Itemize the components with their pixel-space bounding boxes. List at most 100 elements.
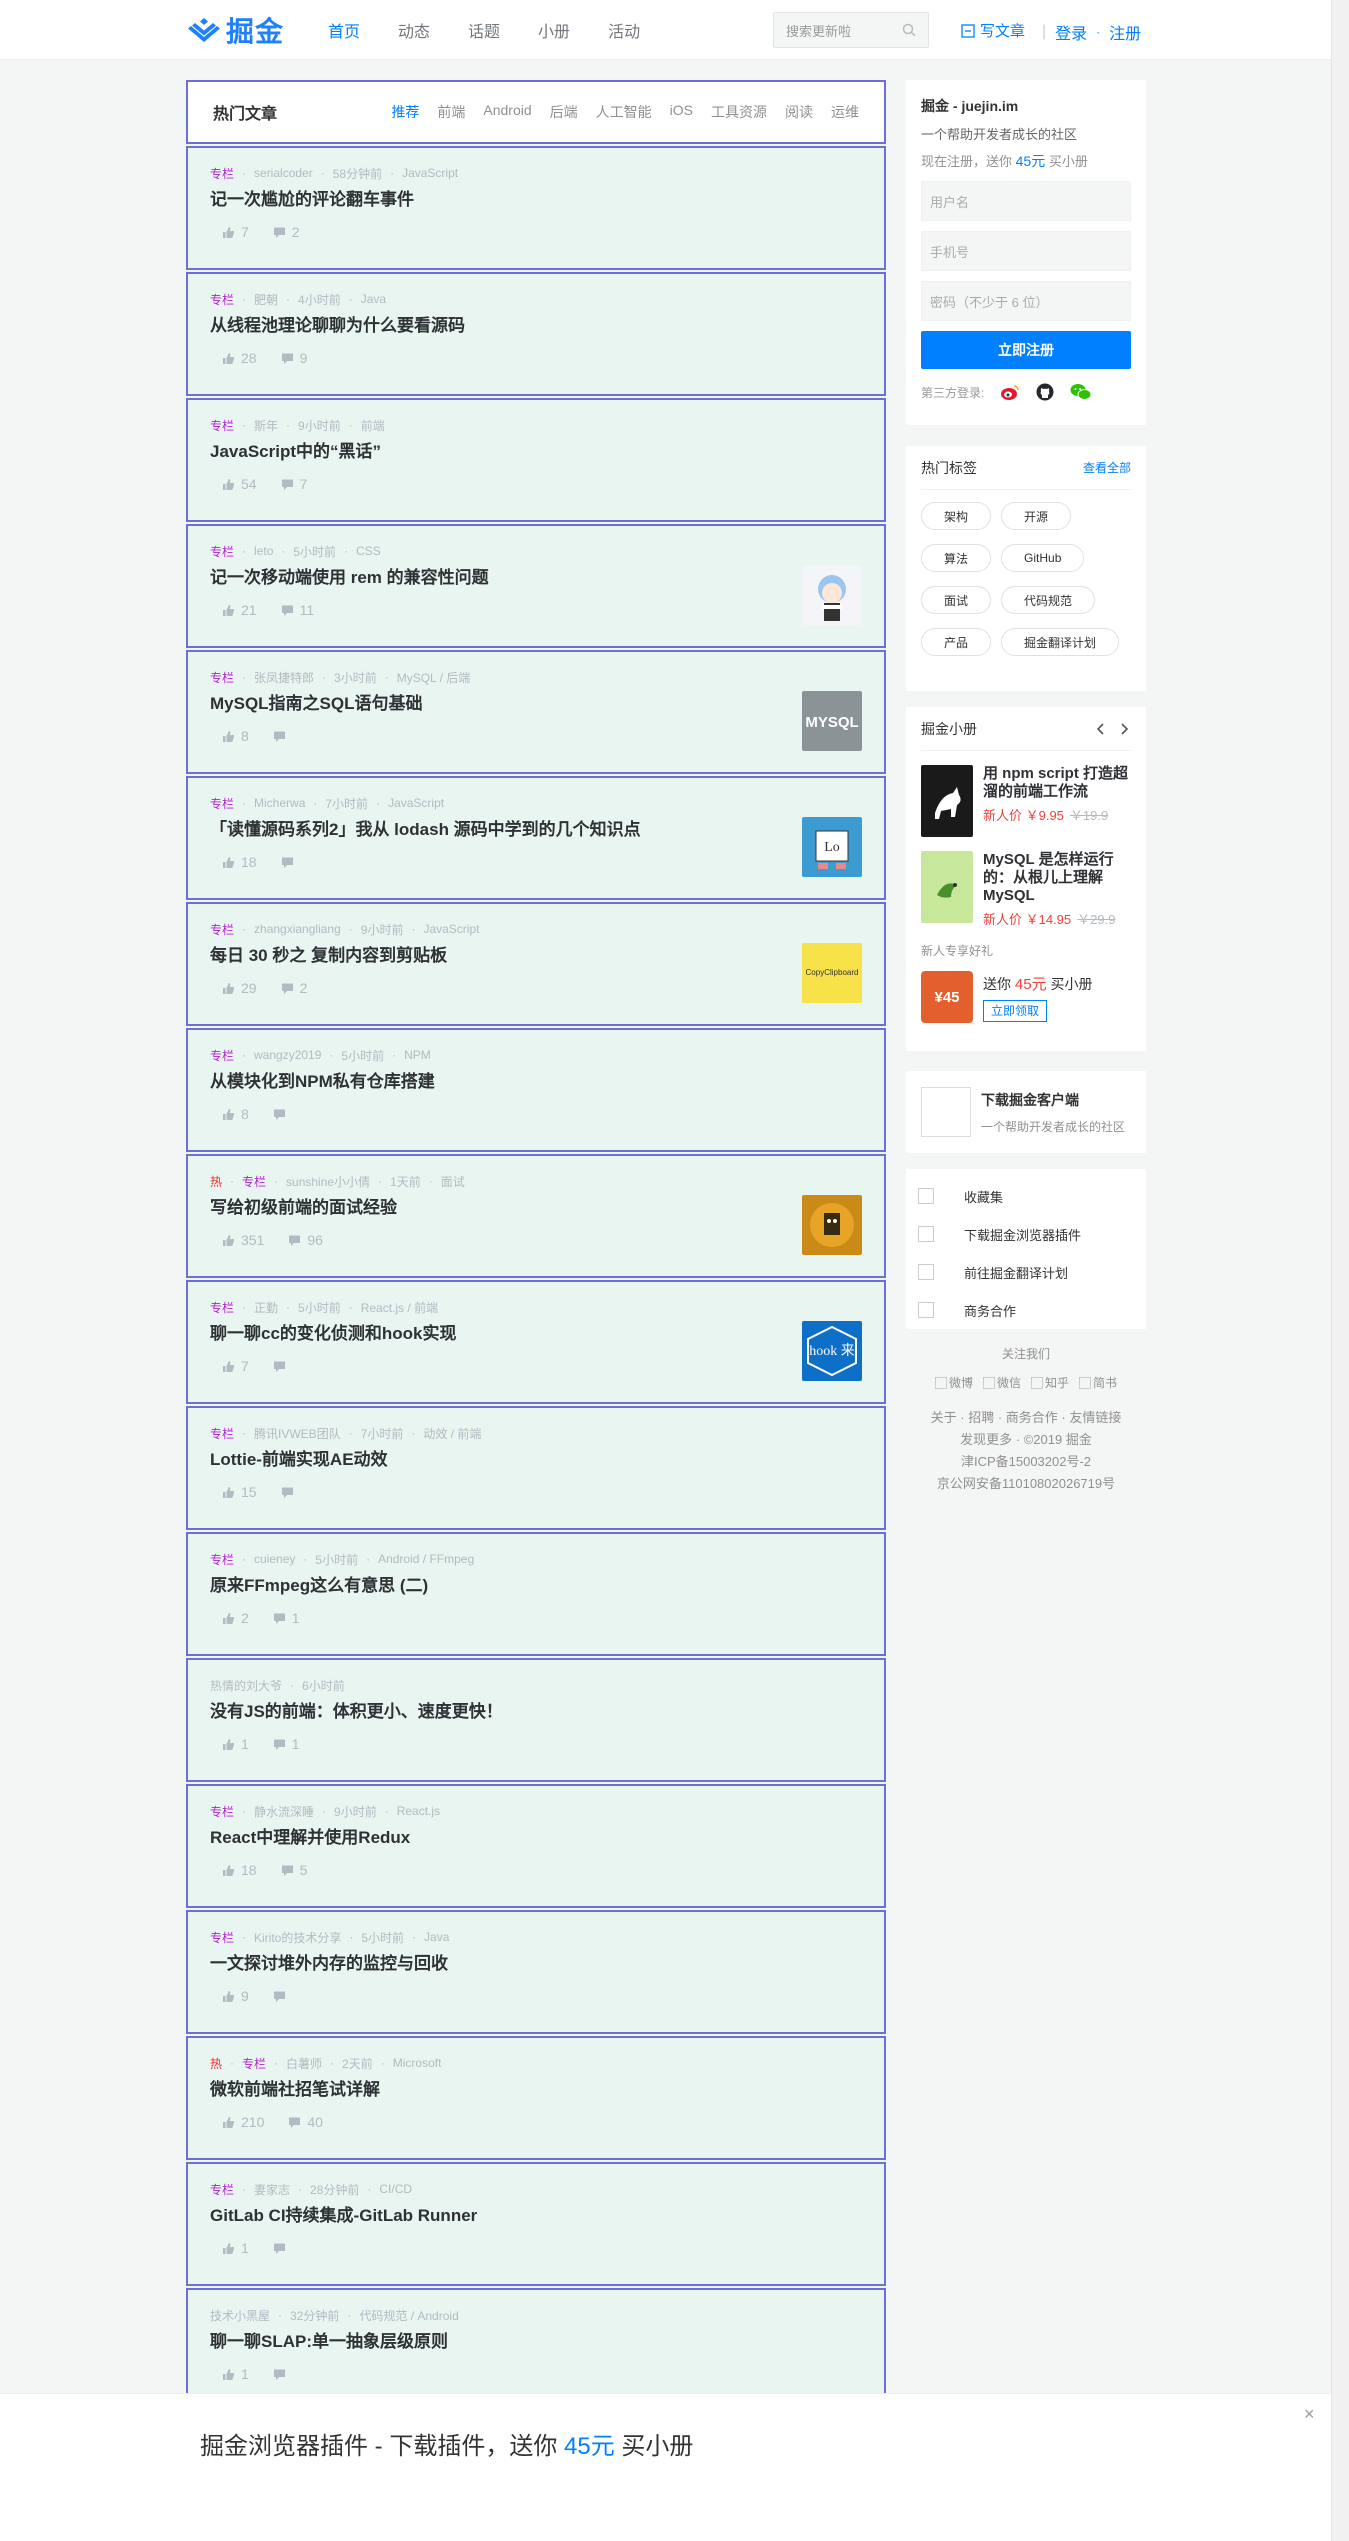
article-title[interactable]: 记一次移动端使用 rem 的兼容性问题 (210, 567, 862, 589)
article-thumbnail[interactable] (802, 565, 862, 625)
article-thumbnail[interactable] (802, 1195, 862, 1255)
tag-item[interactable]: 代码规范 (1001, 586, 1096, 614)
like-button[interactable]: 54 (222, 476, 257, 492)
article-author[interactable]: Kirito的技术分享 (254, 1929, 341, 1946)
book-item[interactable]: MySQL 是怎样运行的：从根儿上理解 MySQL 新人价 ￥14.95 ￥29.… (921, 851, 1131, 928)
claim-button[interactable]: 立即领取 (983, 999, 1047, 1022)
article-title[interactable]: Lottie-前端实现AE动效 (210, 1449, 862, 1471)
comment-button[interactable] (273, 2240, 292, 2256)
comment-button[interactable]: 7 (281, 476, 307, 492)
article-item[interactable]: 热 · 专栏 · 白薯师 · 2天前 · Microsoft 微软前端社招笔试详解 210 40 (186, 2036, 886, 2160)
social-jianshu[interactable]: 简书 (1079, 1374, 1117, 1391)
like-button[interactable]: 1 (222, 2240, 249, 2256)
article-item[interactable]: 专栏 · 肥朝 · 4小时前 · Java 从线程池理论聊聊为什么要看源码 28 9 (186, 272, 886, 396)
article-author[interactable]: 热情的刘大爷 (210, 1677, 282, 1694)
like-button[interactable]: 8 (222, 728, 249, 744)
comment-button[interactable] (273, 1358, 292, 1374)
article-title[interactable]: 每日 30 秒之 复制内容到剪贴板 (210, 945, 862, 967)
article-title[interactable]: 微软前端社招笔试详解 (210, 2079, 862, 2101)
tab-ios[interactable]: iOS (670, 102, 693, 122)
tab-ai[interactable]: 人工智能 (596, 102, 652, 122)
article-thumbnail[interactable]: hook 来 (802, 1321, 862, 1381)
comment-button[interactable] (281, 854, 300, 870)
like-button[interactable]: 210 (222, 2114, 264, 2130)
article-category[interactable]: JavaScript (423, 922, 479, 936)
article-title[interactable]: MySQL指南之SQL语句基础 (210, 693, 862, 715)
juejin-logo[interactable]: 掘金 (186, 12, 284, 48)
login-link[interactable]: 登录 (1055, 20, 1087, 44)
tab-ops[interactable]: 运维 (831, 102, 859, 122)
comment-button[interactable] (273, 1988, 292, 2004)
tab-reading[interactable]: 阅读 (785, 102, 813, 122)
article-item[interactable]: 专栏 · leto · 5小时前 · CSS 记一次移动端使用 rem 的兼容性问题 21 11 (186, 524, 886, 648)
tag-item[interactable]: 面试 (921, 586, 992, 614)
footer-business[interactable]: 商务合作 (1006, 1410, 1058, 1425)
article-title[interactable]: 一文探讨堆外内存的监控与回收 (210, 1953, 862, 1975)
like-button[interactable]: 1 (222, 1736, 249, 1752)
article-item[interactable]: 专栏 · Micherwa · 7小时前 · JavaScript 「读懂源码系列2」我从 l… (186, 776, 886, 900)
tag-item[interactable]: 算法 (921, 544, 992, 572)
article-category[interactable]: NPM (404, 1048, 431, 1062)
article-author[interactable]: Micherwa (254, 796, 305, 810)
article-category[interactable]: Microsoft (393, 2056, 442, 2070)
like-button[interactable]: 1 (222, 2366, 249, 2382)
footer-discover[interactable]: 发现更多 (960, 1432, 1012, 1447)
close-icon[interactable]: × (1304, 2404, 1315, 2425)
comment-button[interactable] (273, 2366, 292, 2382)
article-category[interactable]: React.js / 前端 (361, 1299, 438, 1316)
article-category[interactable]: 前端 (361, 417, 385, 434)
username-field[interactable]: 用户名 (921, 181, 1131, 221)
banner-text[interactable]: 掘金浏览器插件 - 下载插件，送你 45元 买小册 (200, 2426, 693, 2461)
tab-android[interactable]: Android (483, 102, 531, 122)
article-item[interactable]: 专栏 · wangzy2019 · 5小时前 · NPM 从模块化到NPM私有仓库搭建 8 (186, 1028, 886, 1152)
article-title[interactable]: 原来FFmpeg这么有意思 (二) (210, 1575, 862, 1597)
article-category[interactable]: 面试 (441, 1173, 465, 1190)
article-title[interactable]: React中理解并使用Redux (210, 1827, 862, 1849)
article-item[interactable]: 专栏 · 张凤捷特郎 · 3小时前 · MySQL / 后端 MySQL指南之SQL语句基础 8… (186, 650, 886, 774)
footer-icp[interactable]: 津ICP备15003202号-2 (906, 1451, 1146, 1473)
article-category[interactable]: React.js (397, 1804, 440, 1818)
comment-button[interactable] (281, 1484, 300, 1500)
article-item[interactable]: 专栏 · zhangxiangliang · 9小时前 · JavaScript 每日 30 … (186, 902, 886, 1026)
tag-item[interactable]: 产品 (921, 628, 992, 656)
tag-item[interactable]: GitHub (1001, 544, 1085, 572)
like-button[interactable]: 18 (222, 854, 257, 870)
like-button[interactable]: 15 (222, 1484, 257, 1500)
weibo-icon[interactable] (1000, 383, 1020, 401)
article-author[interactable]: 正勤 (254, 1299, 278, 1316)
article-title[interactable]: 聊一聊SLAP:单一抽象层级原则 (210, 2331, 862, 2353)
article-thumbnail[interactable]: MYSQL (802, 691, 862, 751)
tag-item[interactable]: 掘金翻译计划 (1001, 628, 1120, 656)
article-title[interactable]: GitLab CI持续集成-GitLab Runner (210, 2205, 862, 2227)
tag-item[interactable]: 开源 (1001, 502, 1072, 530)
comment-button[interactable]: 2 (281, 980, 307, 996)
like-button[interactable]: 7 (222, 224, 249, 240)
article-title[interactable]: 记一次尴尬的评论翻车事件 (210, 189, 862, 211)
article-author[interactable]: wangzy2019 (254, 1048, 321, 1062)
article-author[interactable]: 肥朝 (254, 291, 278, 308)
download-app-panel[interactable]: 下载掘金客户端 一个帮助开发者成长的社区 (906, 1071, 1146, 1153)
nav-books[interactable]: 小册 (538, 18, 570, 42)
comment-button[interactable] (273, 1106, 292, 1122)
comment-button[interactable] (273, 728, 292, 744)
footer-friend-links[interactable]: 友情链接 (1069, 1410, 1121, 1425)
like-button[interactable]: 21 (222, 602, 257, 618)
article-title[interactable]: 从模块化到NPM私有仓库搭建 (210, 1071, 862, 1093)
nav-home[interactable]: 首页 (328, 18, 360, 42)
comment-button[interactable]: 11 (281, 602, 314, 618)
nav-topics[interactable]: 话题 (468, 18, 500, 42)
like-button[interactable]: 18 (222, 1862, 257, 1878)
article-author[interactable]: 妻家志 (254, 2181, 290, 2198)
article-author[interactable]: 白薯师 (286, 2055, 322, 2072)
article-item[interactable]: 专栏 · serialcoder · 58分钟前 · JavaScript 记一次尴尬的评论翻… (186, 146, 886, 270)
article-author[interactable]: 腾讯IVWEB团队 (254, 1425, 341, 1442)
password-field[interactable]: 密码（不少于 6 位） (921, 281, 1131, 321)
page-scrollbar[interactable] (1331, 0, 1349, 2541)
nav-events[interactable]: 活动 (608, 18, 640, 42)
book-item[interactable]: 用 npm script 打造超溜的前端工作流 新人价 ￥9.95 ￥19.9 (921, 765, 1131, 837)
comment-button[interactable]: 5 (281, 1862, 307, 1878)
article-item[interactable]: 专栏 · 腾讯IVWEB团队 · 7小时前 · 动效 / 前端 Lottie-前端实现AE动效… (186, 1406, 886, 1530)
like-button[interactable]: 29 (222, 980, 257, 996)
article-category[interactable]: JavaScript (388, 796, 444, 810)
article-category[interactable]: 代码规范 / Android (359, 2307, 458, 2324)
